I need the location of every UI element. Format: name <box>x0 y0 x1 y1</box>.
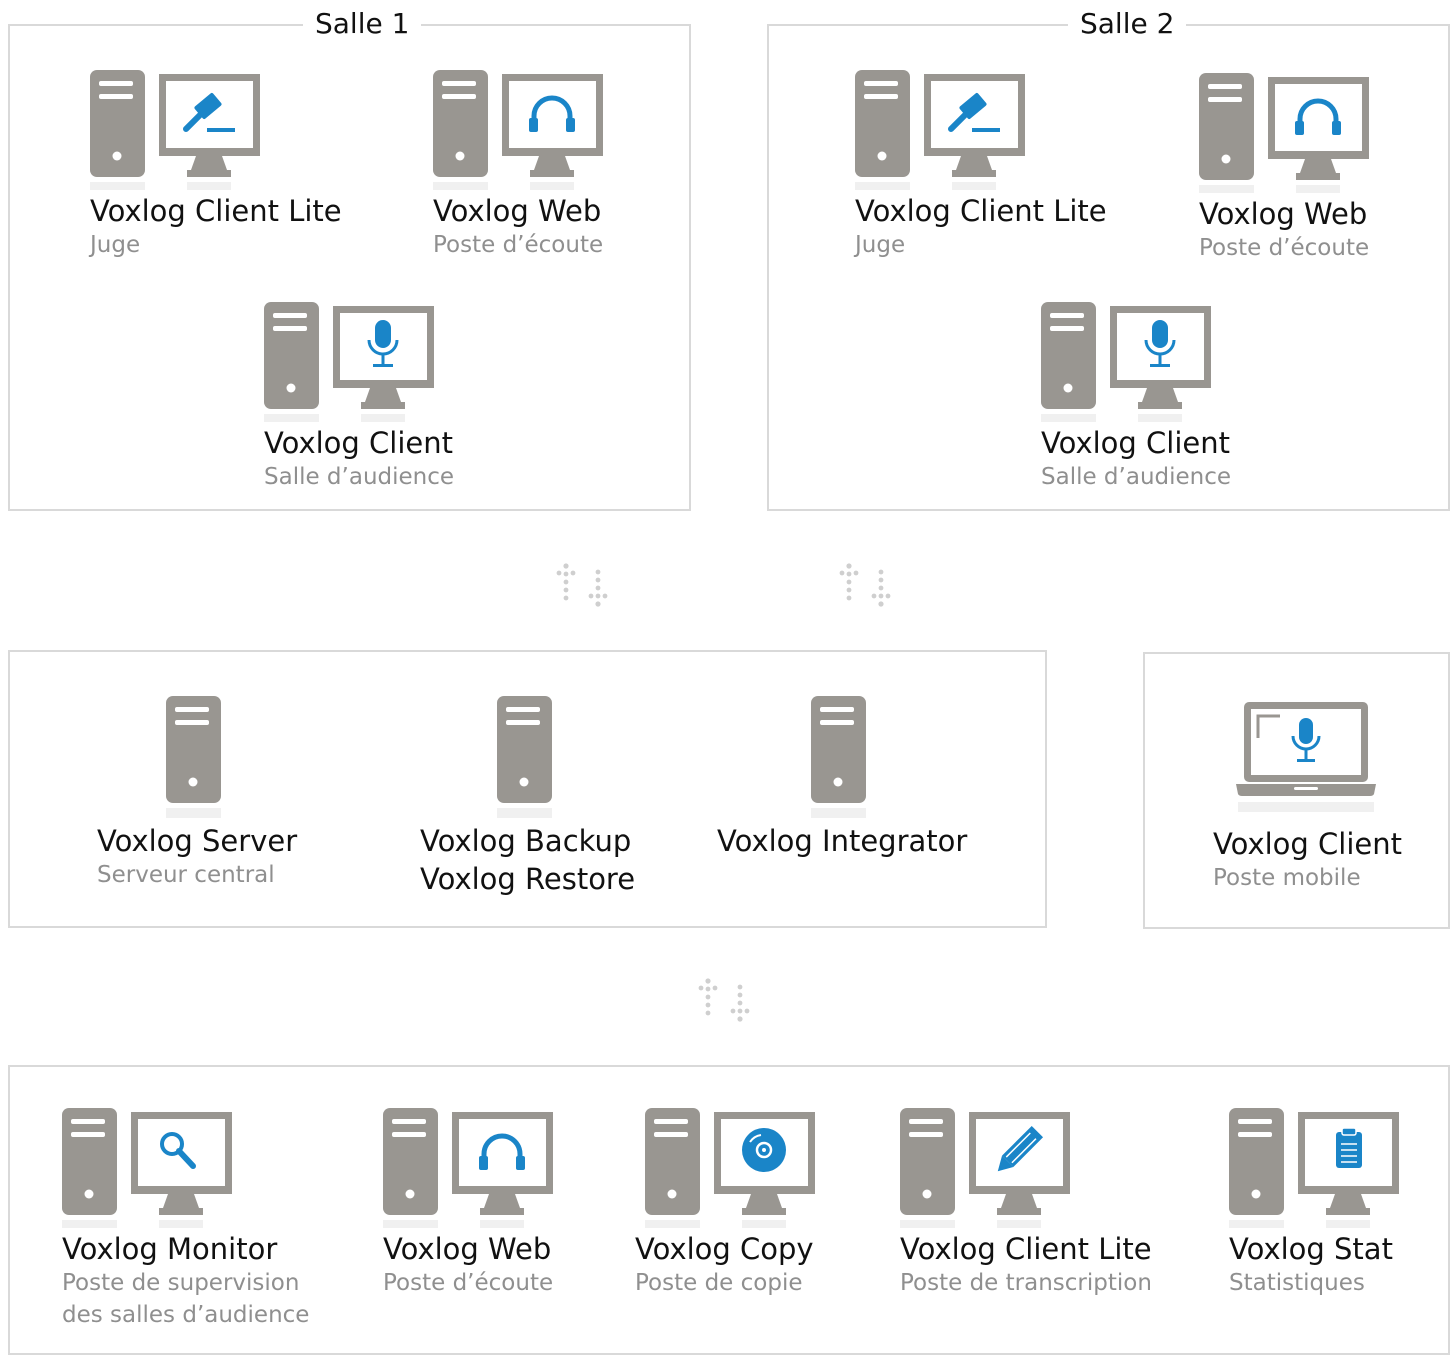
salle2-web[interactable]: Voxlog Web Poste d’écoute <box>1199 196 1369 264</box>
product-role: Salle d’audience <box>264 464 455 490</box>
salle1-client[interactable]: Voxlog Client Salle d’audience <box>264 425 454 493</box>
server-tower-icon <box>166 696 221 818</box>
server-tower-icon <box>811 696 866 818</box>
room-title: Salle 1 <box>303 4 422 44</box>
voxlog-backup[interactable]: Voxlog Backup Voxlog Restore <box>420 823 635 897</box>
voxlog-server[interactable]: Voxlog Server Serveur central <box>97 823 297 891</box>
product-role: Poste mobile <box>1213 865 1361 891</box>
server-tower-icon <box>497 696 552 818</box>
product-name: Voxlog Copy <box>635 1232 814 1266</box>
product-name-secondary: Voxlog Restore <box>420 862 636 896</box>
product-role-line2: des salles d’audience <box>62 1302 310 1328</box>
workstation-microphone-icon <box>1041 302 1211 422</box>
product-name: Voxlog Web <box>383 1232 552 1266</box>
product-role: Serveur central <box>97 862 275 888</box>
product-name: Voxlog Stat <box>1229 1232 1393 1266</box>
salle2-client[interactable]: Voxlog Client Salle d’audience <box>1041 425 1231 493</box>
workstation-headphones-icon <box>433 70 603 190</box>
product-role: Poste de copie <box>635 1270 803 1296</box>
product-name: Voxlog Client <box>264 426 453 460</box>
salle1-web[interactable]: Voxlog Web Poste d’écoute <box>433 193 603 261</box>
product-role: Poste de supervision <box>62 1270 300 1296</box>
voxlog-copy[interactable]: Voxlog Copy Poste de copie <box>635 1231 814 1299</box>
bidirectional-arrows-icon <box>698 978 750 1022</box>
product-name: Voxlog Monitor <box>62 1232 278 1266</box>
product-role: Poste d’écoute <box>433 232 604 258</box>
room-title: Salle 2 <box>1068 4 1187 44</box>
product-name: Voxlog Integrator <box>717 824 968 858</box>
laptop-microphone-icon <box>1236 702 1376 812</box>
product-role: Statistiques <box>1229 1270 1365 1296</box>
workstation-headphones-icon <box>1199 73 1369 193</box>
workstation-headphones-icon <box>383 1108 553 1228</box>
workstation-magnifier-icon <box>62 1108 232 1228</box>
salle1-client-lite[interactable]: Voxlog Client Lite Juge <box>90 193 342 261</box>
product-role: Juge <box>855 232 906 258</box>
product-name: Voxlog Client <box>1213 827 1402 861</box>
product-name: Voxlog Server <box>97 824 298 858</box>
workstation-gavel-icon <box>90 70 260 190</box>
product-name: Voxlog Backup <box>420 824 632 858</box>
product-name: Voxlog Client <box>1041 426 1230 460</box>
product-role: Poste de transcription <box>900 1270 1152 1296</box>
bidirectional-arrows-icon <box>839 563 891 607</box>
workstation-pencil-icon <box>900 1108 1070 1228</box>
workstation-microphone-icon <box>264 302 434 422</box>
product-name: Voxlog Web <box>1199 197 1368 231</box>
voxlog-stat[interactable]: Voxlog Stat Statistiques <box>1229 1231 1393 1299</box>
workstation-disc-icon <box>645 1108 815 1228</box>
workstation-gavel-icon <box>855 70 1025 190</box>
product-role: Poste d’écoute <box>383 1270 554 1296</box>
bidirectional-arrows-icon <box>556 563 608 607</box>
product-name: Voxlog Client Lite <box>900 1232 1152 1266</box>
voxlog-monitor[interactable]: Voxlog Monitor Poste de supervision des … <box>62 1231 309 1331</box>
voxlog-client-lite-bottom[interactable]: Voxlog Client Lite Poste de transcriptio… <box>900 1231 1152 1299</box>
workstation-clipboard-icon <box>1229 1108 1399 1228</box>
product-name: Voxlog Client Lite <box>90 194 342 228</box>
voxlog-integrator[interactable]: Voxlog Integrator <box>717 823 967 859</box>
product-role: Salle d’audience <box>1041 464 1232 490</box>
salle2-client-lite[interactable]: Voxlog Client Lite Juge <box>855 193 1107 261</box>
product-role: Poste d’écoute <box>1199 235 1370 261</box>
product-name: Voxlog Web <box>433 194 602 228</box>
product-role: Juge <box>90 232 141 258</box>
product-name: Voxlog Client Lite <box>855 194 1107 228</box>
voxlog-web-bottom[interactable]: Voxlog Web Poste d’écoute <box>383 1231 553 1299</box>
voxlog-client-mobile[interactable]: Voxlog Client Poste mobile <box>1213 826 1402 894</box>
